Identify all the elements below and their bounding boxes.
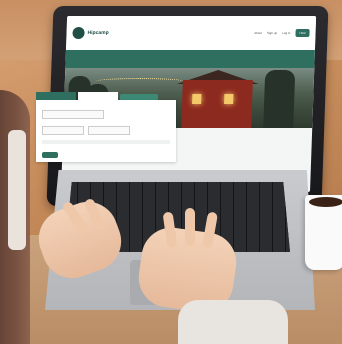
tree [263, 70, 296, 128]
string-lights [94, 78, 185, 85]
person-sleeve [8, 130, 26, 250]
form-tab[interactable] [78, 92, 118, 100]
checkout-input[interactable] [88, 126, 130, 135]
hero-band [65, 50, 315, 68]
site-nav: About Sign up Log in Host [254, 29, 310, 37]
site-logo: Hipcamp [72, 27, 109, 39]
logo-icon [72, 27, 85, 39]
filter-row[interactable] [42, 140, 170, 144]
nav-item-signup[interactable]: Sign up [267, 31, 277, 35]
photo-scene: Hipcamp About Sign up Log in Host [0, 0, 342, 344]
search-form [36, 92, 176, 162]
coffee [309, 197, 342, 207]
cabin-window [192, 94, 202, 104]
site-header: Hipcamp About Sign up Log in Host [65, 16, 317, 50]
nav-item-login[interactable]: Log in [282, 31, 290, 35]
nav-item-about[interactable]: About [254, 31, 262, 35]
finger [185, 208, 195, 246]
nav-cta-button[interactable]: Host [295, 29, 310, 37]
sweater-sleeve [178, 300, 288, 344]
checkin-input[interactable] [42, 126, 84, 135]
cabin-window [224, 94, 234, 104]
search-button[interactable] [42, 152, 58, 158]
form-tab-active[interactable] [36, 92, 76, 100]
location-input[interactable] [42, 110, 104, 119]
cabin [181, 80, 253, 128]
logo-text: Hipcamp [87, 29, 109, 36]
